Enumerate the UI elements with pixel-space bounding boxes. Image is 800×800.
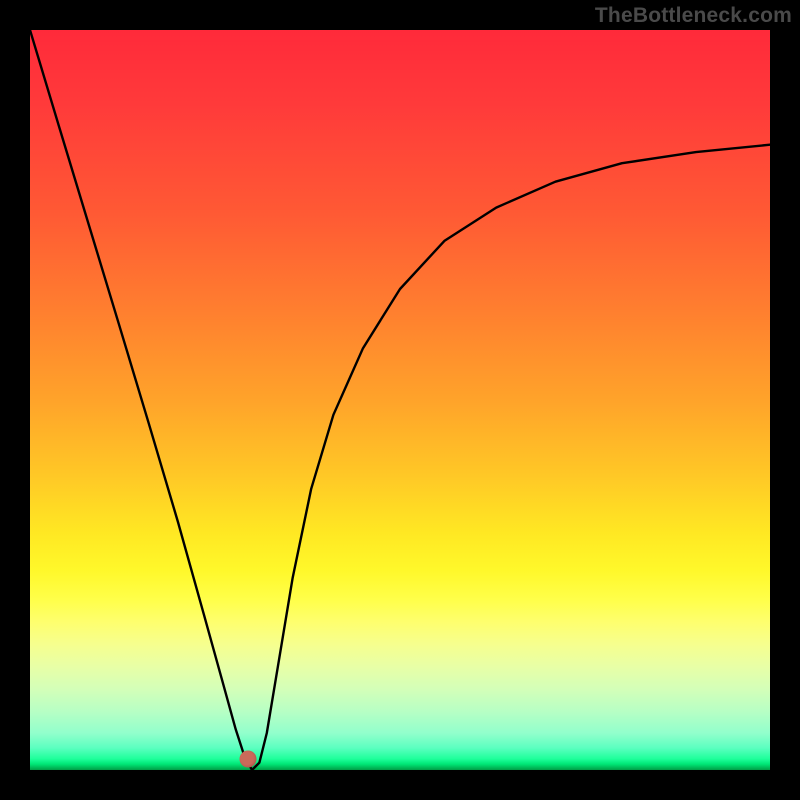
- optimum-marker: [240, 750, 257, 767]
- source-watermark: TheBottleneck.com: [595, 4, 792, 28]
- bottleneck-curve: [30, 30, 770, 770]
- chart-root: TheBottleneck.com: [0, 0, 800, 800]
- plot-area: [30, 30, 770, 770]
